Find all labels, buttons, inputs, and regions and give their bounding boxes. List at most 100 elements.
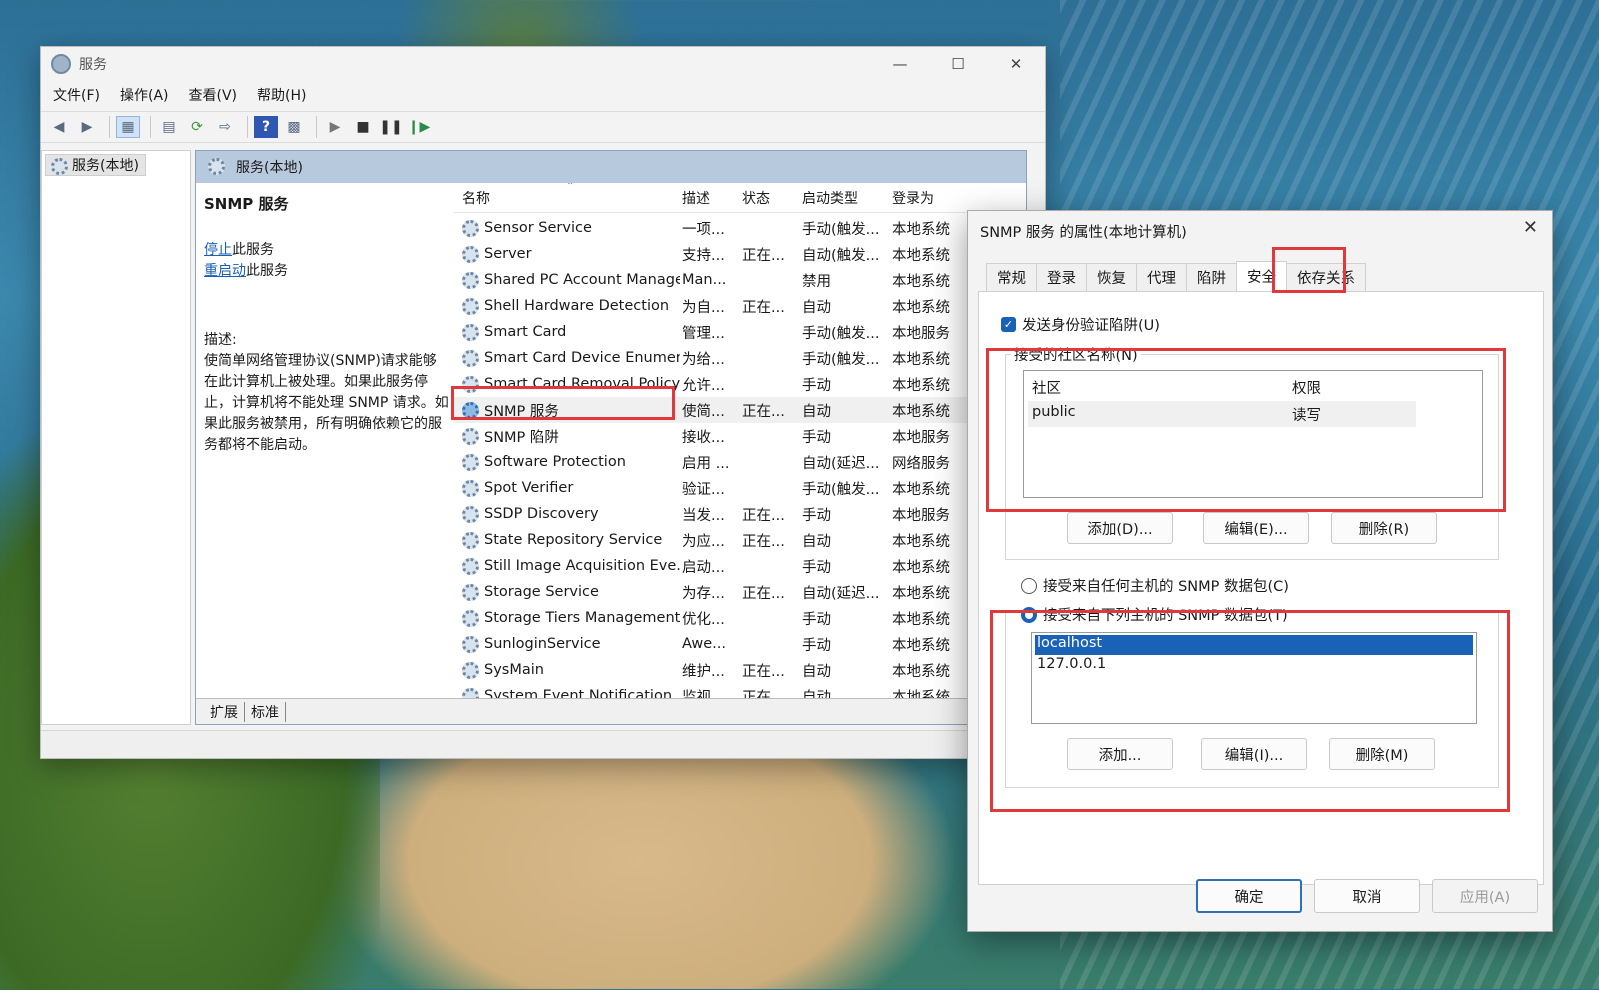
remove-community-button[interactable]: 删除(R): [1331, 512, 1437, 544]
cell-startup: 手动(触发...: [802, 325, 880, 342]
table-row[interactable]: System Event Notification... 监视... 正在... 自动…: [454, 683, 1026, 698]
cell-startup: 手动(触发...: [802, 221, 880, 238]
minimize-button[interactable]: —: [871, 47, 929, 81]
table-row[interactable]: Storage Service 为存... 正在... 自动(延迟... 本地系统: [454, 579, 1026, 605]
cell-status: 正在...: [742, 247, 785, 264]
tab-standard[interactable]: 标准: [245, 701, 286, 722]
table-row[interactable]: Sensor Service 一项... 手动(触发... 本地系统: [454, 215, 1026, 241]
table-row[interactable]: SNMP 陷阱 接收... 手动 本地服务: [454, 423, 1026, 449]
gear-icon: [462, 558, 479, 575]
cell-logon: 本地系统: [892, 299, 950, 316]
view-tabs: 扩展 标准: [196, 698, 1026, 724]
accept-any-host-label: 接受来自任何主机的 SNMP 数据包(C): [1043, 579, 1289, 595]
cell-startup: 手动: [802, 559, 831, 576]
dialog-title: SNMP 服务 的属性(本地计算机): [980, 225, 1187, 241]
send-auth-trap-checkbox[interactable]: ✓ 发送身份验证陷阱(U): [1001, 314, 1160, 335]
tab-traps[interactable]: 陷阱: [1186, 263, 1237, 291]
cell-logon: 本地系统: [892, 585, 950, 602]
table-row[interactable]: Spot Verifier 验证... 手动(触发... 本地系统: [454, 475, 1026, 501]
close-icon[interactable]: ✕: [1523, 217, 1538, 238]
stop-service-link[interactable]: 停止: [204, 242, 232, 258]
table-row[interactable]: Software Protection 启用 ... 自动(延迟... 网络服务: [454, 449, 1026, 475]
menu-help[interactable]: 帮助(H): [257, 85, 306, 105]
cell-startup: 自动: [802, 689, 831, 699]
cell-logon: 本地系统: [892, 689, 950, 699]
cell-logon: 本地服务: [892, 507, 950, 524]
edit-community-button[interactable]: 编辑(E)...: [1203, 512, 1309, 544]
cell-status: 正在...: [742, 507, 785, 524]
apply-button[interactable]: 应用(A): [1432, 879, 1538, 913]
cell-desc: 监视...: [682, 689, 725, 699]
ok-button[interactable]: 确定: [1196, 879, 1302, 913]
start-service-icon[interactable]: ▶: [323, 116, 347, 138]
table-row[interactable]: Shell Hardware Detection 为自... 正在... 自动 本地系统: [454, 293, 1026, 319]
cell-name: Storage Service: [484, 584, 599, 600]
tab-logon[interactable]: 登录: [1036, 263, 1087, 291]
col-startup-type[interactable]: 启动类型: [802, 188, 858, 208]
cell-startup: 自动(触发...: [802, 247, 880, 264]
forward-arrow-icon[interactable]: ▶: [75, 116, 99, 138]
add-community-button[interactable]: 添加(D)...: [1067, 512, 1173, 544]
show-tree-icon[interactable]: ▦: [116, 116, 140, 138]
cell-startup: 自动: [802, 533, 831, 550]
cell-startup: 禁用: [802, 273, 831, 290]
menu-file[interactable]: 文件(F): [53, 85, 100, 105]
col-logon-as[interactable]: 登录为: [892, 188, 934, 208]
maximize-button[interactable]: ☐: [929, 47, 987, 81]
cell-startup: 手动: [802, 429, 831, 446]
cell-startup: 自动: [802, 403, 831, 420]
table-row[interactable]: Shared PC Account Manager Man... 禁用 本地系统: [454, 267, 1026, 293]
tab-extended[interactable]: 扩展: [204, 701, 245, 722]
tab-agent[interactable]: 代理: [1136, 263, 1187, 291]
tab-general[interactable]: 常规: [986, 263, 1037, 291]
restart-suffix: 此服务: [246, 263, 288, 279]
cell-desc: 一项...: [682, 221, 725, 238]
menu-action[interactable]: 操作(A): [120, 85, 169, 105]
main-header: 服务(本地): [196, 151, 1026, 183]
cell-name: SunloginService: [484, 636, 601, 652]
tree-item-services-local[interactable]: 服务(本地): [45, 154, 146, 176]
table-row[interactable]: SSDP Discovery 当发... 正在... 手动 本地服务: [454, 501, 1026, 527]
tab-recovery[interactable]: 恢复: [1086, 263, 1137, 291]
cell-status: 正在...: [742, 533, 785, 550]
refresh-icon[interactable]: ⟳: [185, 116, 209, 138]
col-description[interactable]: 描述: [682, 188, 710, 208]
table-row[interactable]: Still Image Acquisition Eve... 启动... 手动 本地系…: [454, 553, 1026, 579]
restart-service-link[interactable]: 重启动: [204, 263, 246, 279]
table-row[interactable]: State Repository Service 为应... 正在... 自动 本地系统: [454, 527, 1026, 553]
gear-icon: [462, 298, 479, 315]
col-name[interactable]: 名称: [462, 188, 490, 208]
export-list-icon[interactable]: ⇨: [213, 116, 237, 138]
help-icon[interactable]: ?: [254, 116, 278, 138]
gear-icon: [462, 584, 479, 601]
restart-service-icon[interactable]: ❙▶: [407, 116, 431, 138]
table-row[interactable]: Server 支持... 正在... 自动(触发... 本地系统: [454, 241, 1026, 267]
pause-service-icon[interactable]: ❚❚: [379, 116, 403, 138]
col-status[interactable]: 状态: [742, 188, 770, 208]
table-row[interactable]: Storage Tiers Management 优化... 手动 本地系统: [454, 605, 1026, 631]
cell-name: System Event Notification...: [484, 688, 680, 698]
properties-icon[interactable]: ▤: [157, 116, 181, 138]
table-row[interactable]: SysMain 维护... 正在... 自动 本地系统: [454, 657, 1026, 683]
accept-any-host-radio[interactable]: 接受来自任何主机的 SNMP 数据包(C): [1021, 575, 1289, 596]
cell-desc: 启动...: [682, 559, 725, 576]
close-button[interactable]: ✕: [987, 47, 1045, 81]
cell-startup: 手动: [802, 611, 831, 628]
console-icon[interactable]: ▩: [282, 116, 306, 138]
menu-view[interactable]: 查看(V): [189, 85, 238, 105]
stop-service-icon[interactable]: ■: [351, 116, 375, 138]
cell-logon: 本地系统: [892, 533, 950, 550]
cell-logon: 本地系统: [892, 351, 950, 368]
cell-startup: 手动(触发...: [802, 351, 880, 368]
table-row[interactable]: SunloginService Awe... 手动 本地系统: [454, 631, 1026, 657]
send-auth-trap-label: 发送身份验证陷阱(U): [1022, 318, 1160, 334]
table-row[interactable]: Smart Card 管理... 手动(触发... 本地服务: [454, 319, 1026, 345]
cancel-button[interactable]: 取消: [1314, 879, 1420, 913]
cell-logon: 本地系统: [892, 559, 950, 576]
security-tab-highlight: [1272, 247, 1346, 293]
cell-logon: 本地系统: [892, 663, 950, 680]
gear-icon: [462, 324, 479, 341]
window-title: 服务: [79, 57, 107, 73]
back-arrow-icon[interactable]: ◀: [47, 116, 71, 138]
table-row[interactable]: Smart Card Device Enumer... 为给... 手动(触发...…: [454, 345, 1026, 371]
